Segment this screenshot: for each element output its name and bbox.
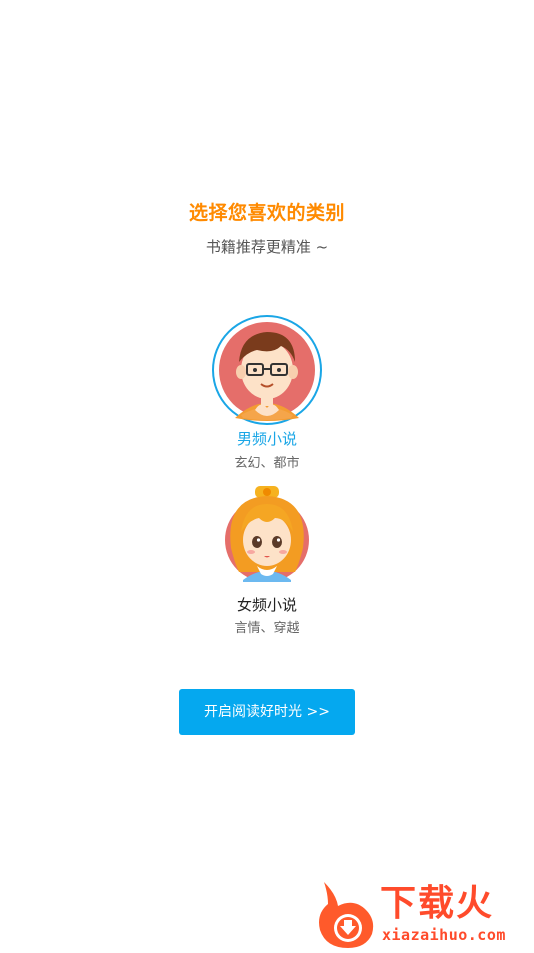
choice-female-novel[interactable]: 女频小说 言情、穿越 (0, 484, 534, 638)
choice-male-tags: 玄幻、都市 (234, 456, 300, 471)
start-reading-button[interactable]: 开启阅读好时光 >> (179, 689, 355, 735)
watermark-url: xiazaihuo.com (382, 926, 506, 944)
girl-avatar-icon (211, 484, 323, 584)
watermark-logo: 下载火 xiazaihuo.com (314, 880, 534, 949)
page-title: 选择您喜欢的类别 (188, 202, 345, 224)
choice-female-tags: 言情、穿越 (234, 621, 300, 636)
choice-male-name: 男频小说 (236, 430, 297, 448)
download-fire-icon (319, 882, 374, 948)
page-subtitle: 书籍推荐更精准 ~ (205, 238, 329, 256)
watermark-text: 下载火 (380, 883, 495, 924)
choice-male-novel[interactable]: 男频小说 玄幻、都市 (0, 314, 534, 472)
boy-avatar-icon (211, 314, 323, 426)
choice-female-name: 女频小说 (236, 596, 297, 614)
